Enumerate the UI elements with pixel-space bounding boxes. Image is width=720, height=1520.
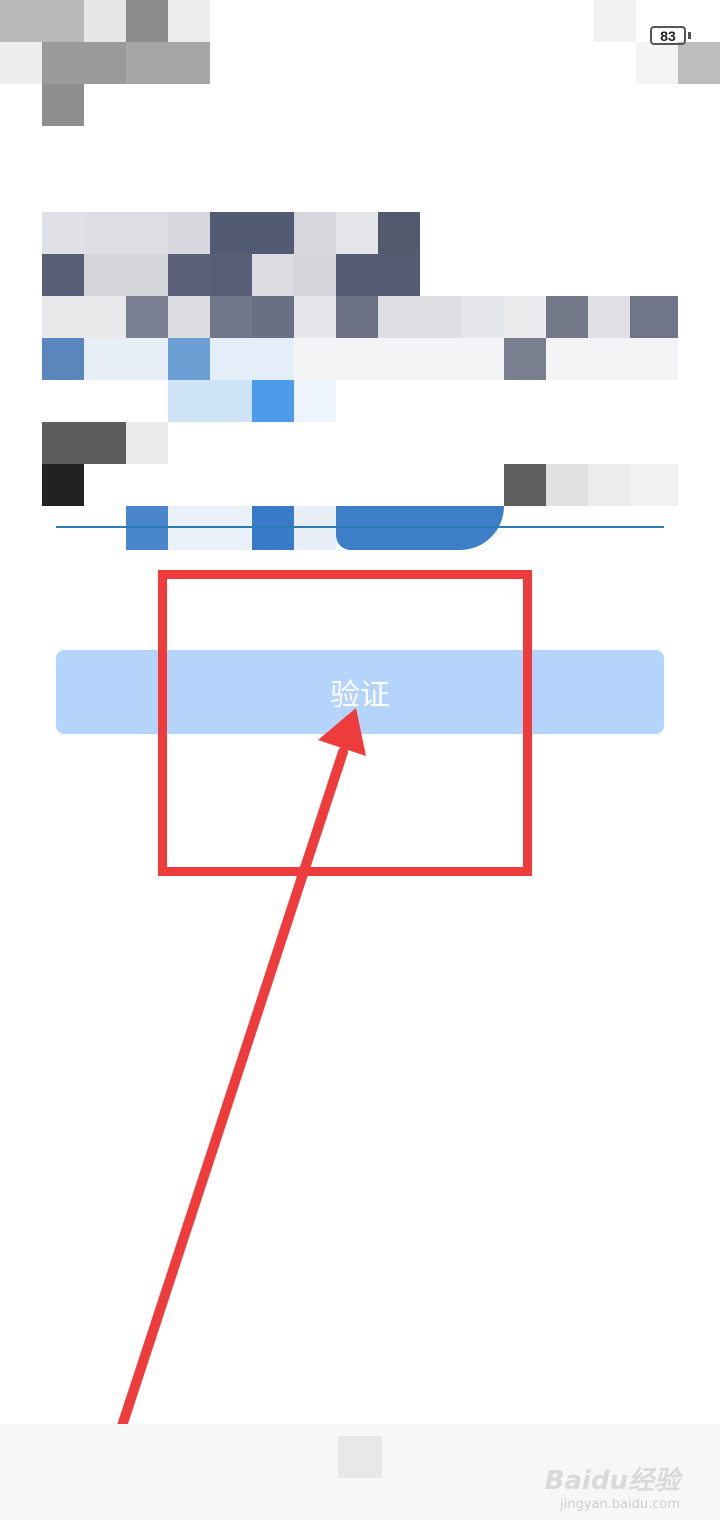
watermark: Baidu经验 jingyan.baidu.com <box>545 1460 680 1512</box>
annotation-arrow-icon <box>117 708 366 1431</box>
obscured-tile <box>338 1436 382 1478</box>
watermark-brand: Baidu经验 <box>544 1466 680 1496</box>
watermark-url: jingyan.baidu.com <box>560 1497 680 1512</box>
